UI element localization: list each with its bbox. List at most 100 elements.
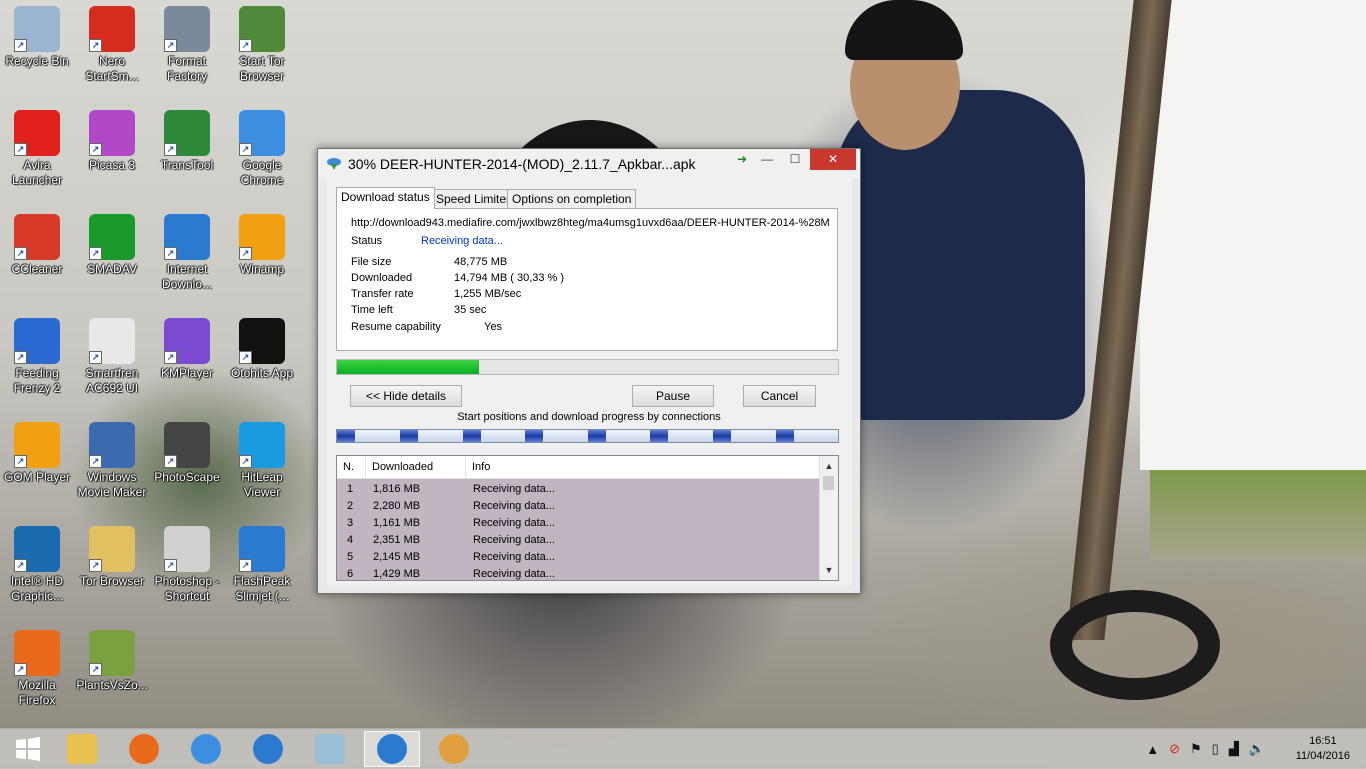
column-header-number[interactable]: N. <box>337 456 366 478</box>
shortcut-arrow-icon: ↗ <box>14 143 27 156</box>
desktop-icon[interactable]: ↗ SMADAV <box>75 214 149 277</box>
shortcut-arrow-icon: ↗ <box>164 247 177 260</box>
idm-icon <box>377 734 407 764</box>
cell-info: Receiving data... <box>473 534 555 546</box>
desktop-icon[interactable]: ↗ Intel® HD Graphic... <box>0 526 74 604</box>
desktop-icon[interactable]: ↗ FlashPeak Slimjet (... <box>225 526 299 604</box>
cell-downloaded: 2,351 MB <box>373 534 421 546</box>
desktop-icon[interactable]: ↗ Winamp <box>225 214 299 277</box>
shortcut-arrow-icon: ↗ <box>164 455 177 468</box>
table-row[interactable]: 3 1,161 MB Receiving data... <box>337 515 819 532</box>
desktop-icon[interactable]: ↗ Tor Browser <box>75 526 149 589</box>
taskbar-button[interactable] <box>54 731 110 767</box>
scroll-thumb[interactable] <box>823 476 834 490</box>
tab-speed-limiter[interactable]: Speed Limiter <box>431 189 516 208</box>
desktop-icon[interactable]: ↗ Recycle Bin <box>0 6 74 69</box>
maximize-button[interactable]: ☐ <box>782 149 808 170</box>
close-button[interactable]: ✕ <box>810 149 856 170</box>
show-hidden-icons-icon[interactable]: ▲ <box>1146 742 1159 757</box>
avira-icon: ↗ <box>14 110 60 156</box>
desktop-icon[interactable]: ↗ CCleaner <box>0 214 74 277</box>
desktop-icon[interactable]: ↗ HitLeap Viewer <box>225 422 299 500</box>
desktop-icon[interactable]: ↗ Windows Movie Maker <box>75 422 149 500</box>
clock-date: 11/04/2016 <box>1295 750 1350 762</box>
status-value: Receiving data... <box>421 235 503 247</box>
desktop-icon[interactable]: ↗ Mozilla Firefox <box>0 630 74 708</box>
volume-icon[interactable]: 🔈 <box>1249 741 1265 757</box>
wallpaper-person-cap <box>845 0 963 60</box>
network-signal-icon[interactable]: ▟ <box>1229 741 1239 757</box>
shortcut-arrow-icon: ↗ <box>89 559 102 572</box>
desktop-icon[interactable]: ↗ KMPlayer <box>150 318 224 381</box>
desktop-icon[interactable]: ↗ Feeding Frenzy 2 <box>0 318 74 396</box>
nero-icon: ↗ <box>89 6 135 52</box>
desktop-icon-label: Google Chrome <box>240 158 284 187</box>
minimize-button[interactable]: — <box>754 149 780 170</box>
desktop-icon[interactable]: ↗ Google Chrome <box>225 110 299 188</box>
table-row[interactable]: 1 1,816 MB Receiving data... <box>337 481 819 498</box>
desktop-icon[interactable]: ↗ GOM Player <box>0 422 74 485</box>
shortcut-arrow-icon: ↗ <box>14 39 27 52</box>
desktop-icon-label: KMPlayer <box>160 366 213 380</box>
clock[interactable]: 16:51 11/04/2016 <box>1296 734 1350 764</box>
shortcut-arrow-icon: ↗ <box>89 247 102 260</box>
smartfren-icon: ↗ <box>89 318 135 364</box>
taskbar-button[interactable] <box>0 731 56 767</box>
pause-button[interactable]: Pause <box>632 385 714 407</box>
action-center-flag-icon[interactable]: ⚑ <box>1190 741 1202 757</box>
desktop-icon[interactable]: ↗ Nero StartSm... <box>75 6 149 84</box>
desktop-icon[interactable]: ↗ Format Factory <box>150 6 224 84</box>
desktop-icon[interactable]: ↗ TransTool <box>150 110 224 173</box>
taskbar-button[interactable] <box>302 731 358 767</box>
taskbar-button[interactable] <box>116 731 172 767</box>
table-row[interactable]: 6 1,429 MB Receiving data... <box>337 566 819 580</box>
hide-details-button[interactable]: << Hide details <box>350 385 462 407</box>
clock-time: 16:51 <box>1309 735 1337 747</box>
arrow-icon[interactable]: ➜ <box>732 149 752 170</box>
tab-download-status[interactable]: Download status <box>336 187 435 209</box>
desktop-icon[interactable]: ↗ Avira Launcher <box>0 110 74 188</box>
connections-table[interactable]: N. Downloaded Info 1 1,816 MB Receiving da… <box>336 455 839 581</box>
table-row[interactable]: 2 2,280 MB Receiving data... <box>337 498 819 515</box>
tor-browser-icon: ↗ <box>239 6 285 52</box>
desktop-icon[interactable]: ↗ Smartfren AC692 UI <box>75 318 149 396</box>
cancel-button[interactable]: Cancel <box>743 385 816 407</box>
download-window[interactable]: 30% DEER-HUNTER-2014-(MOD)_2.11.7_Apkbar… <box>317 148 861 594</box>
desktop-icon[interactable]: ↗ Otohits App <box>225 318 299 381</box>
avira-icon[interactable]: ⊘ <box>1169 741 1180 757</box>
taskbar-button[interactable] <box>364 731 420 767</box>
shortcut-arrow-icon: ↗ <box>14 351 27 364</box>
column-header-info[interactable]: Info <box>466 456 819 478</box>
desktop-icon[interactable]: ↗ Start Tor Browser <box>225 6 299 84</box>
taskbar-button[interactable] <box>426 731 482 767</box>
shortcut-arrow-icon: ↗ <box>239 351 252 364</box>
table-row[interactable]: 5 2,145 MB Receiving data... <box>337 549 819 566</box>
shortcut-arrow-icon: ↗ <box>239 39 252 52</box>
shortcut-arrow-icon: ↗ <box>239 559 252 572</box>
desktop-icon-label: Otohits App <box>230 366 294 380</box>
wallpaper-person-body <box>835 90 1085 420</box>
taskbar-button[interactable] <box>178 731 234 767</box>
taskbar-button[interactable] <box>240 731 296 767</box>
table-row[interactable]: 4 2,351 MB Receiving data... <box>337 532 819 549</box>
window-titlebar[interactable]: 30% DEER-HUNTER-2014-(MOD)_2.11.7_Apkbar… <box>318 149 860 179</box>
desktop-icon[interactable]: ↗ Picasa 3 <box>75 110 149 173</box>
desktop-icon-label: Internet Downlo... <box>161 262 213 291</box>
desktop-icon[interactable]: ↗ PlantsVsZo... <box>75 630 149 693</box>
file-size-value: 48,775 MB <box>454 256 508 268</box>
photoscape-icon: ↗ <box>164 422 210 468</box>
otohits-icon: ↗ <box>239 318 285 364</box>
desktop-icon-label: Winamp <box>239 262 284 276</box>
scroll-down-icon[interactable]: ▼ <box>820 562 838 578</box>
shortcut-arrow-icon: ↗ <box>164 351 177 364</box>
desktop-icon[interactable]: ↗ Photoshop - Shortcut <box>150 526 224 604</box>
column-header-downloaded[interactable]: Downloaded <box>366 456 466 478</box>
table-scrollbar[interactable]: ▲ ▼ <box>819 456 838 580</box>
shortcut-arrow-icon: ↗ <box>89 455 102 468</box>
cell-info: Receiving data... <box>473 483 555 495</box>
tab-options-on-completion[interactable]: Options on completion <box>507 189 637 208</box>
desktop-icon[interactable]: ↗ Internet Downlo... <box>150 214 224 292</box>
scroll-up-icon[interactable]: ▲ <box>820 458 838 474</box>
device-icon[interactable]: ▯ <box>1212 741 1219 757</box>
desktop-icon[interactable]: ↗ PhotoScape <box>150 422 224 485</box>
